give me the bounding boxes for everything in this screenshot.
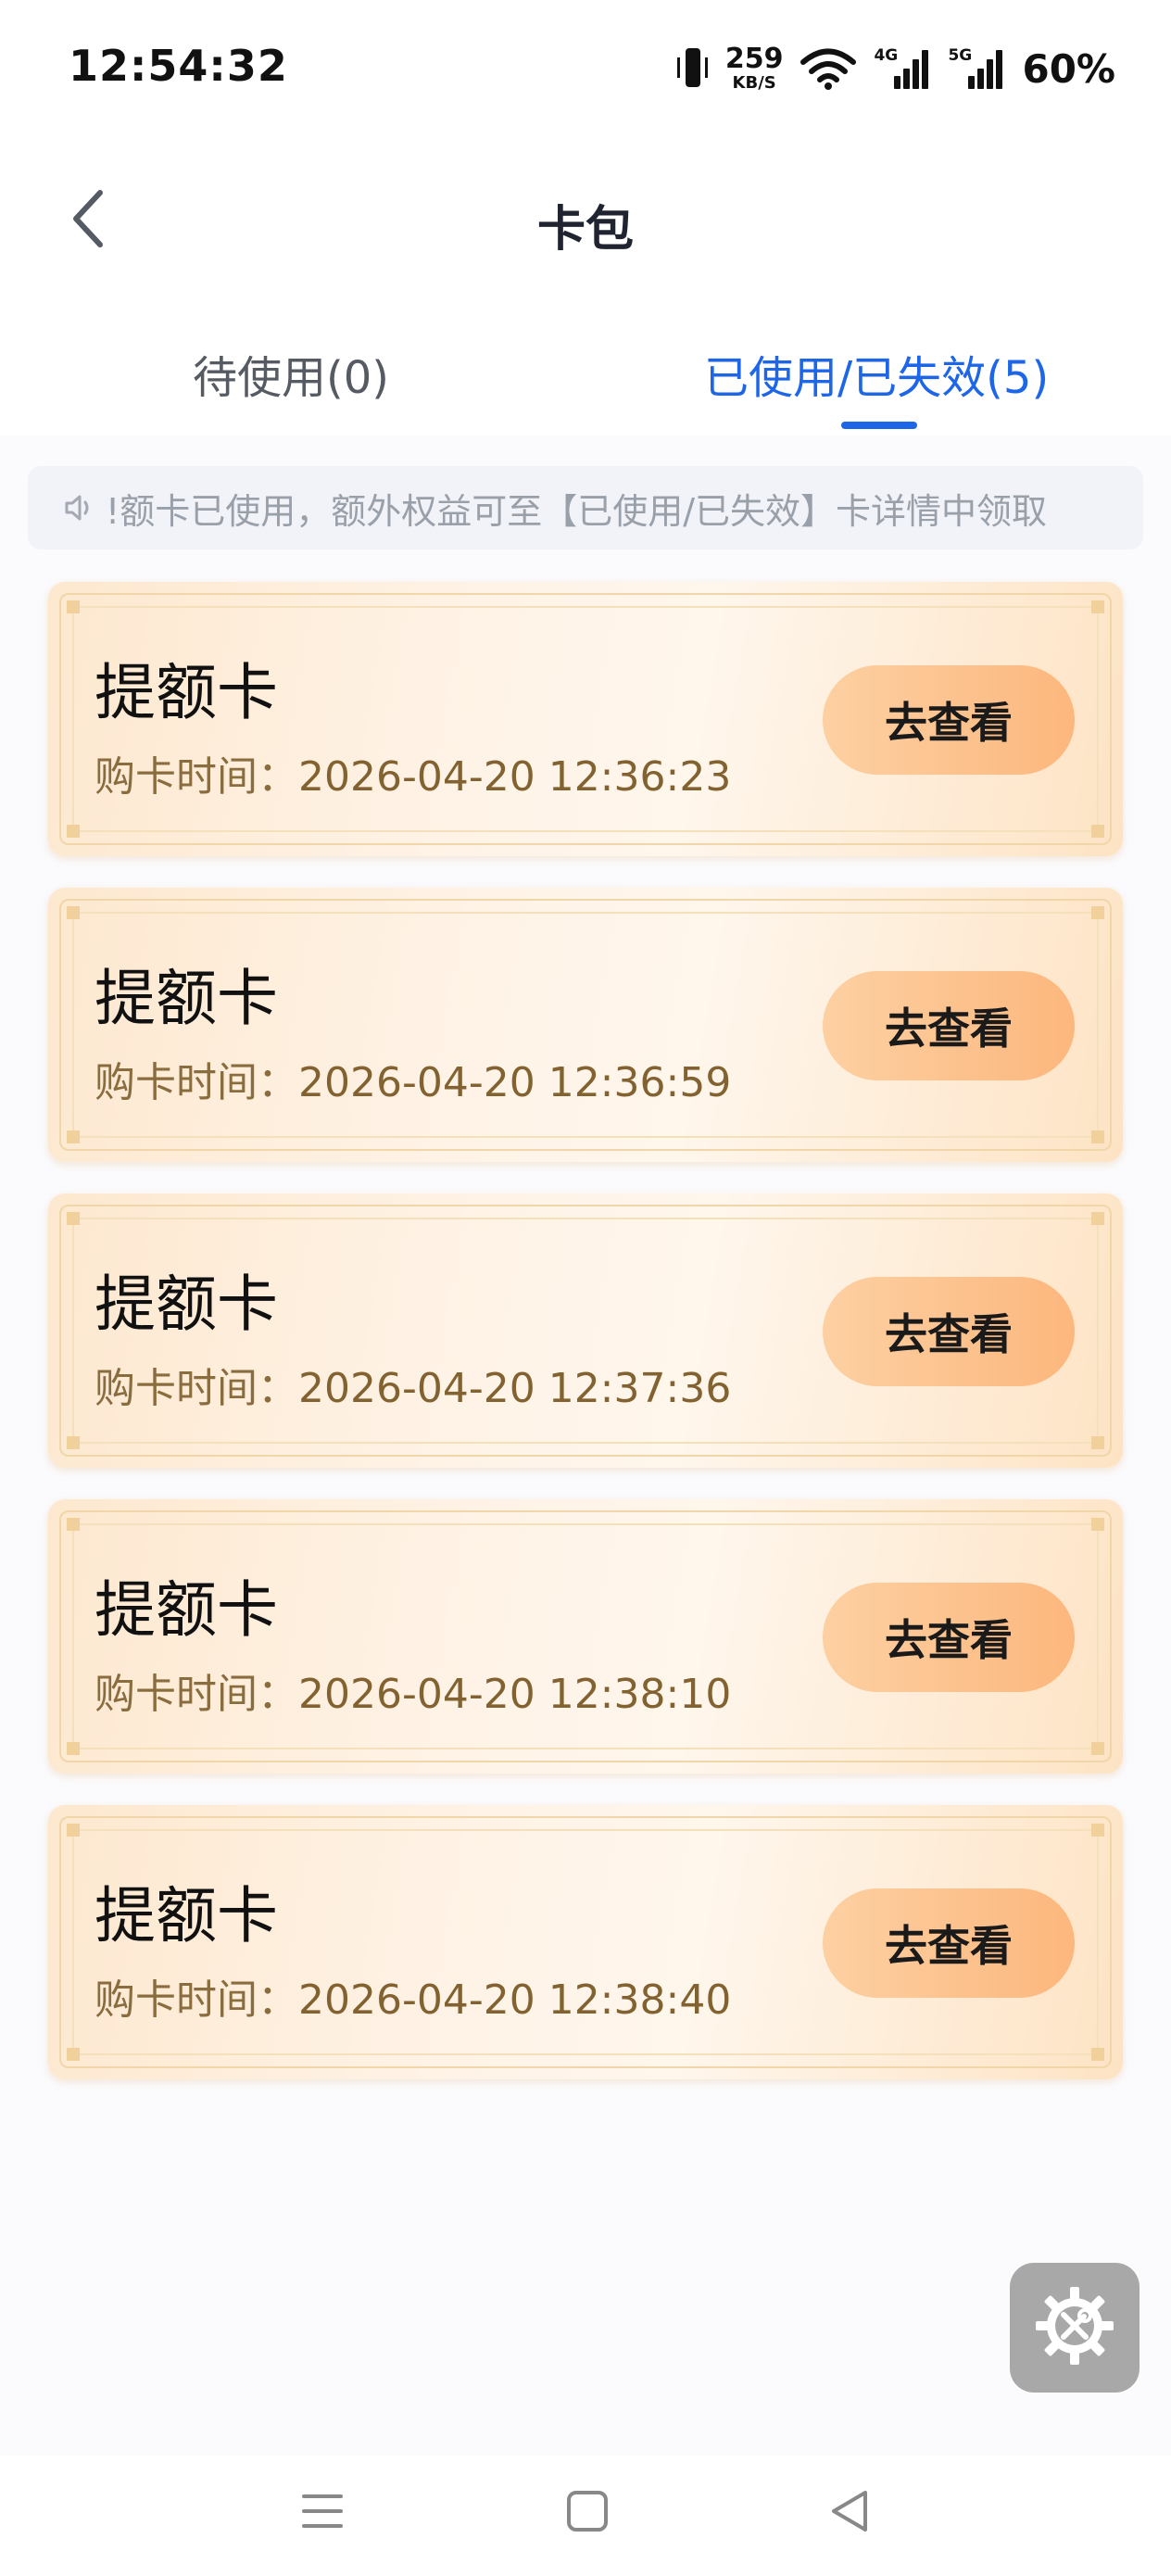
back-triangle-icon[interactable] bbox=[823, 2483, 878, 2539]
card-item: 提额卡购卡时间：2026-04-20 12:37:36 去查看 bbox=[48, 1193, 1123, 1468]
card-title: 提额卡 bbox=[94, 657, 278, 728]
card-time-label: 购卡时间： bbox=[94, 1365, 298, 1412]
card-corner-ornament bbox=[1091, 1742, 1104, 1755]
card-corner-ornament bbox=[1091, 1212, 1104, 1225]
notice-bar: !额卡已使用，额外权益可至【已使用/已失效】卡详情中领取 bbox=[28, 466, 1143, 549]
card-time-value: 2026-04-20 12:38:40 bbox=[298, 1976, 732, 2024]
card-corner-ornament bbox=[67, 1518, 80, 1531]
card-purchase-time: 购卡时间：2026-04-20 12:38:40 bbox=[94, 1966, 731, 2026]
vibrate-icon bbox=[676, 46, 709, 91]
view-card-button[interactable]: 去查看 bbox=[823, 1583, 1075, 1692]
card-title: 提额卡 bbox=[94, 963, 278, 1034]
card-time-value: 2026-04-20 12:36:59 bbox=[298, 1059, 732, 1106]
view-card-button[interactable]: 去查看 bbox=[823, 971, 1075, 1080]
card-corner-ornament bbox=[67, 1742, 80, 1755]
card-corner-ornament bbox=[67, 1130, 80, 1143]
card-item: 提额卡购卡时间：2026-04-20 12:38:10 去查看 bbox=[48, 1499, 1123, 1774]
card-corner-ornament bbox=[1091, 2048, 1104, 2061]
card-corner-ornament bbox=[1091, 600, 1104, 613]
card-corner-ornament bbox=[1091, 1518, 1104, 1531]
card-title: 提额卡 bbox=[94, 1880, 278, 1951]
card-corner-ornament bbox=[67, 600, 80, 613]
card-time-value: 2026-04-20 12:36:23 bbox=[298, 753, 732, 801]
card-item: 提额卡购卡时间：2026-04-20 12:36:23 去查看 bbox=[48, 582, 1123, 856]
signal-5g-icon: 5G bbox=[948, 46, 1005, 91]
signal-5g-label: 5G bbox=[948, 46, 973, 65]
card-corner-ornament bbox=[1091, 1436, 1104, 1449]
card-corner-ornament bbox=[1091, 1824, 1104, 1837]
signal-4g-label: 4G bbox=[874, 46, 899, 65]
card-wallet-page: 12:54:32 259 KB/S 4G 5G 60% 卡包 待使用(0) 已使… bbox=[0, 0, 1171, 2576]
net-speed-value: 259 bbox=[724, 43, 784, 75]
card-time-label: 购卡时间： bbox=[94, 1671, 298, 1718]
card-title: 提额卡 bbox=[94, 1574, 278, 1646]
home-icon[interactable] bbox=[560, 2483, 615, 2539]
gear-tools-icon bbox=[1030, 2281, 1119, 2374]
card-corner-ornament bbox=[67, 1436, 80, 1449]
card-purchase-time: 购卡时间：2026-04-20 12:37:36 bbox=[94, 1355, 731, 1414]
tab-pending[interactable]: 待使用(0) bbox=[193, 341, 389, 406]
net-speed-unit: KB/S bbox=[732, 73, 776, 93]
card-corner-ornament bbox=[67, 906, 80, 919]
view-card-button[interactable]: 去查看 bbox=[823, 1277, 1075, 1386]
status-time: 12:54:32 bbox=[69, 41, 288, 91]
menu-icon[interactable] bbox=[295, 2483, 350, 2539]
card-title: 提额卡 bbox=[94, 1269, 278, 1340]
card-time-label: 购卡时间： bbox=[94, 1976, 298, 2024]
status-bar: 12:54:32 259 KB/S 4G 5G 60% bbox=[0, 0, 1171, 139]
view-card-button[interactable]: 去查看 bbox=[823, 1888, 1075, 1998]
tab-used-expired[interactable]: 已使用/已失效(5) bbox=[704, 341, 1049, 406]
card-corner-ornament bbox=[1091, 906, 1104, 919]
system-nav-bar bbox=[0, 2456, 1171, 2576]
card-corner-ornament bbox=[67, 1212, 80, 1225]
view-card-button[interactable]: 去查看 bbox=[823, 665, 1075, 775]
active-tab-indicator bbox=[841, 422, 917, 429]
floating-tool-button[interactable] bbox=[1010, 2263, 1140, 2393]
card-item: 提额卡购卡时间：2026-04-20 12:38:40 去查看 bbox=[48, 1805, 1123, 2079]
card-purchase-time: 购卡时间：2026-04-20 12:36:59 bbox=[94, 1049, 731, 1108]
card-time-value: 2026-04-20 12:38:10 bbox=[298, 1671, 732, 1718]
card-item: 提额卡购卡时间：2026-04-20 12:36:59 去查看 bbox=[48, 888, 1123, 1162]
card-corner-ornament bbox=[67, 1824, 80, 1837]
card-time-label: 购卡时间： bbox=[94, 753, 298, 801]
speaker-icon bbox=[61, 490, 96, 525]
card-corner-ornament bbox=[67, 2048, 80, 2061]
card-time-value: 2026-04-20 12:37:36 bbox=[298, 1365, 732, 1412]
net-speed: 259 KB/S bbox=[725, 45, 784, 92]
notice-text: !额卡已使用，额外权益可至【已使用/已失效】卡详情中领取 bbox=[106, 490, 1048, 532]
card-time-label: 购卡时间： bbox=[94, 1059, 298, 1106]
card-corner-ornament bbox=[67, 825, 80, 838]
card-purchase-time: 购卡时间：2026-04-20 12:36:23 bbox=[94, 743, 731, 802]
wifi-icon bbox=[800, 46, 857, 91]
card-purchase-time: 购卡时间：2026-04-20 12:38:10 bbox=[94, 1661, 731, 1720]
page-title: 卡包 bbox=[536, 202, 634, 258]
battery-level: 60% bbox=[1022, 45, 1115, 92]
signal-4g-icon: 4G bbox=[874, 46, 931, 91]
status-icons: 259 KB/S 4G 5G 60% bbox=[676, 41, 1115, 96]
card-corner-ornament bbox=[1091, 1130, 1104, 1143]
card-corner-ornament bbox=[1091, 825, 1104, 838]
